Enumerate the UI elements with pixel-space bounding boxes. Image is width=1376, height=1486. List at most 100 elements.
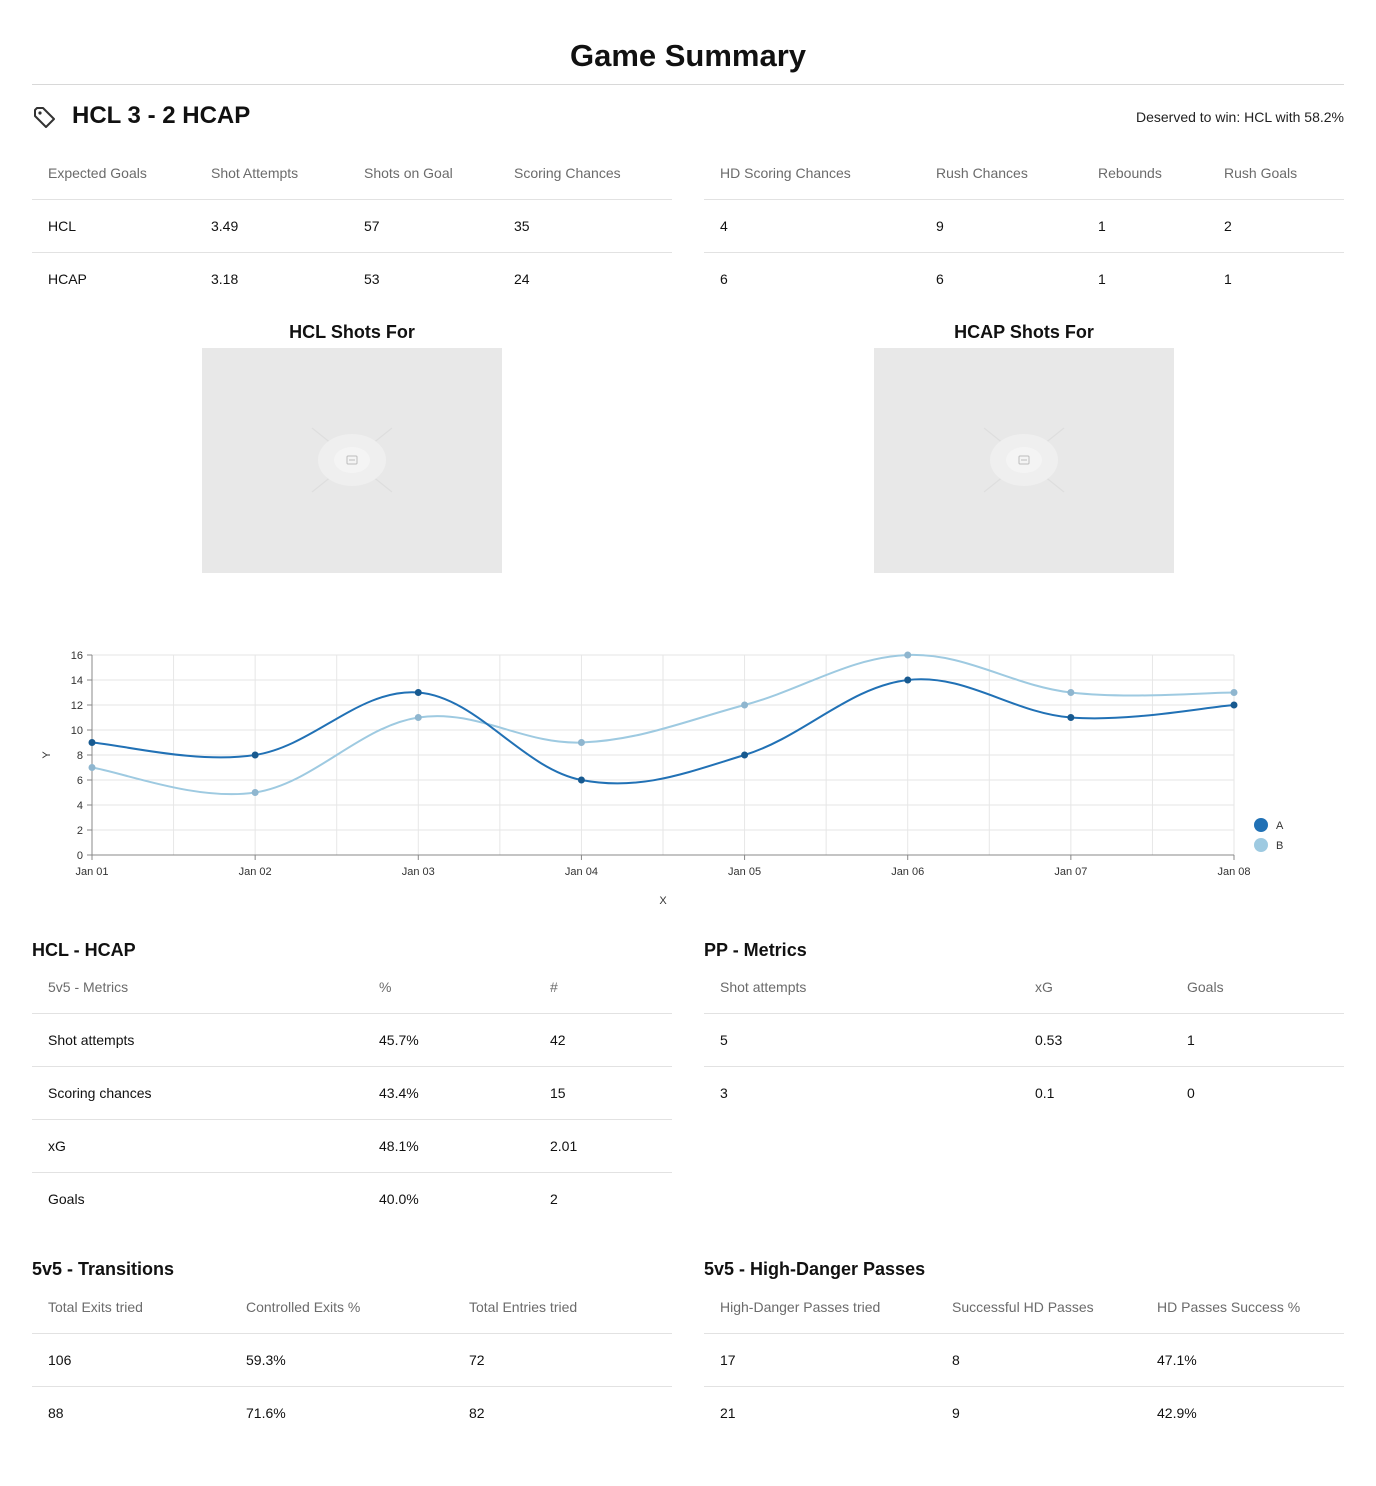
table-cell: 4	[704, 199, 920, 253]
title-divider	[32, 84, 1344, 85]
table-cell: 5	[704, 1013, 1019, 1067]
table-row: 6 6 1 1	[704, 252, 1344, 305]
table-cell: 53	[364, 270, 380, 287]
line-chart: 0 2 4 6 8 10 12 14 16 Jan 01 Jan 02 Jan 03 Jan 04 Jan…	[32, 640, 1344, 910]
line-chart-svg: 0 2 4 6 8 10 12 14 16 Jan 01 Jan 02 Jan 03 Jan 04 Jan…	[41, 650, 1284, 907]
table-row: 3 0.1 0	[704, 1066, 1344, 1119]
column-header: Successful HD Passes	[936, 1281, 1141, 1334]
column-header: Shots on Goal	[348, 147, 498, 200]
table-cell: 2	[550, 1190, 558, 1207]
column-header: Shot attempts	[704, 961, 1019, 1014]
data-point-b	[1067, 689, 1075, 696]
legend-swatch-a	[1254, 818, 1268, 832]
table-cell: 0.1	[1035, 1084, 1055, 1101]
table-cell: 45.7%	[363, 1013, 534, 1067]
table-cell: 0.53	[1019, 1013, 1171, 1067]
table-cell: 0	[1187, 1084, 1195, 1101]
metrics-pp-table: Shot attempts xG Goals 5 0.53 1 3 0.1 0	[704, 961, 1344, 1119]
table-row: HCL 3.49 57 35	[32, 199, 672, 253]
tag-icon	[34, 107, 55, 128]
table-cell: 6	[936, 270, 944, 287]
table-cell: 42	[534, 1013, 672, 1067]
table-row: Shot attempts 45.7% 42	[32, 1013, 672, 1067]
table-row: 21 9 42.9%	[704, 1386, 1344, 1439]
table-cell: 1	[1171, 1013, 1344, 1067]
shot-map-hcap	[874, 348, 1174, 573]
column-header: Shot Attempts	[195, 147, 348, 200]
table-row: 5 0.53 1	[704, 1013, 1344, 1067]
column-header: High-Danger Passes tried	[704, 1281, 936, 1334]
table-cell: 2.01	[534, 1119, 672, 1173]
overview-table-right: HD Scoring Chances Rush Chances Rebounds…	[704, 147, 1344, 305]
legend-label-a: A	[1276, 820, 1284, 832]
team-name: HCAP	[48, 270, 87, 287]
deserved-to-win: Deserved to win: HCL with 58.2%	[1135, 109, 1344, 125]
table-cell: 15	[534, 1066, 672, 1120]
table-cell: 1	[1098, 270, 1106, 287]
y-tick-label: 16	[71, 650, 83, 662]
column-header: 5v5 - Metrics	[32, 961, 363, 1014]
column-header: HD Passes Success %	[1141, 1281, 1344, 1334]
column-header: Rush Chances	[920, 147, 1082, 200]
broken-image-icon	[983, 427, 1065, 493]
table-cell: 57	[348, 199, 498, 253]
section-title-hd-passes: 5v5 - High-Danger Passes	[704, 1259, 926, 1279]
table-cell: 106	[32, 1333, 230, 1387]
team-name: HCL	[32, 199, 195, 253]
shot-map-hcl	[202, 348, 502, 573]
table-row: HCAP 3.18 53 24	[32, 252, 672, 305]
table-cell: 88	[48, 1404, 64, 1421]
data-point-b	[414, 714, 422, 721]
data-point-a	[414, 689, 422, 696]
table-cell: 72	[453, 1333, 672, 1387]
data-point-b	[904, 651, 912, 659]
broken-image-icon	[311, 427, 393, 493]
x-tick-label: Jan 04	[565, 866, 598, 878]
table-row: Goals 40.0% 2	[32, 1172, 672, 1225]
hd-passes-table: High-Danger Passes tried Successful HD P…	[704, 1281, 1344, 1439]
metrics-5v5-table: 5v5 - Metrics % # Shot attempts 45.7% 42…	[32, 961, 672, 1225]
data-point-b	[577, 739, 585, 746]
data-point-b	[88, 764, 96, 771]
metric-label: Goals	[48, 1190, 85, 1207]
y-tick-label: 6	[77, 775, 83, 787]
metric-label: Shot attempts	[32, 1013, 363, 1067]
table-cell: 3	[720, 1084, 728, 1101]
overview-table-left: Expected Goals Shot Attempts Shots on Go…	[32, 147, 672, 305]
data-point-b	[251, 789, 259, 796]
table-row: Scoring chances 43.4% 15	[32, 1066, 672, 1120]
column-header: Total Exits tried	[32, 1281, 230, 1334]
section-title-pp: PP - Metrics	[704, 940, 807, 960]
table-cell: 47.1%	[1141, 1333, 1344, 1387]
x-tick-label: Jan 08	[1217, 866, 1250, 878]
y-tick-label: 4	[77, 800, 83, 812]
data-point-a	[88, 739, 96, 746]
table-cell: 3.49	[195, 199, 348, 253]
table-cell: 48.1%	[363, 1119, 534, 1173]
y-tick-label: 0	[77, 850, 83, 862]
shot-map-title-hcap: HCAP Shots For	[954, 322, 1094, 342]
y-tick-label: 8	[77, 750, 83, 762]
score-line: HCL 3 - 2 HCAP	[72, 102, 251, 129]
data-point-a	[741, 751, 749, 759]
table-cell: 2	[1208, 199, 1344, 253]
table-row: 88 71.6% 82	[32, 1386, 672, 1439]
page-title: Game Summary	[569, 38, 807, 73]
y-tick-label: 2	[77, 825, 83, 837]
x-tick-label: Jan 07	[1054, 866, 1087, 878]
y-tick-label: 14	[71, 675, 83, 687]
table-cell: 8	[936, 1333, 1141, 1387]
x-tick-label: Jan 03	[402, 866, 435, 878]
table-cell: 71.6%	[246, 1404, 286, 1421]
table-cell: 43.4%	[363, 1066, 534, 1120]
table-cell: 9	[920, 199, 1082, 253]
shot-map-title-hcl: HCL Shots For	[289, 322, 415, 342]
column-header: Rebounds	[1082, 147, 1208, 200]
table-row: xG 48.1% 2.01	[32, 1119, 672, 1173]
table-cell: 21	[720, 1404, 736, 1421]
table-cell: 40.0%	[379, 1190, 419, 1207]
table-cell: 82	[469, 1404, 485, 1421]
data-point-b	[1230, 689, 1238, 696]
legend-swatch-b	[1254, 838, 1268, 852]
data-point-a	[1067, 714, 1075, 721]
